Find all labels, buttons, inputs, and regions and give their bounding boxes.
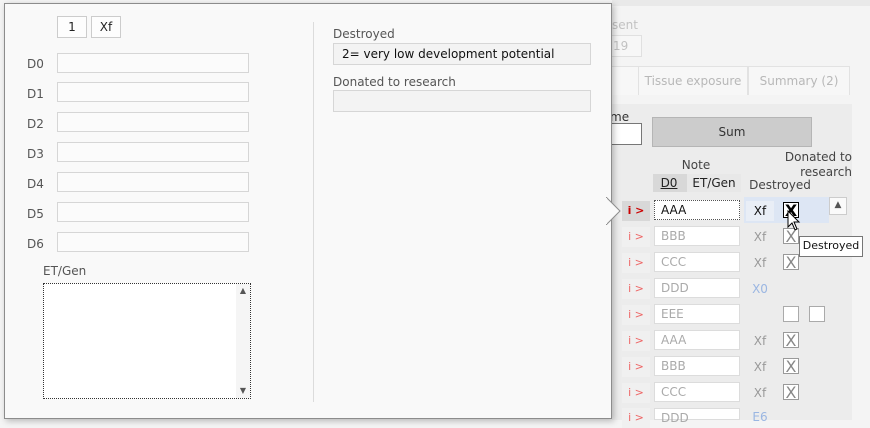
row-note-field[interactable]: BBB xyxy=(654,356,740,376)
day-field-d2[interactable] xyxy=(57,112,249,132)
etgen-textarea[interactable]: ▲ ▼ xyxy=(43,283,251,399)
textarea-scrollbar[interactable]: ▲ ▼ xyxy=(236,284,250,398)
row-info-button[interactable]: i > xyxy=(622,357,650,377)
row-note-field[interactable]: DDD xyxy=(654,408,740,425)
toggle-d0[interactable]: D0 xyxy=(653,174,685,192)
destroyed-checkbox[interactable] xyxy=(783,306,799,322)
day-field-d5[interactable] xyxy=(57,202,249,222)
day-label-d0: D0 xyxy=(27,57,44,71)
number-button[interactable]: 1 xyxy=(57,16,87,38)
destroyed-label: Destroyed xyxy=(333,27,395,41)
row-note-field[interactable]: CCC xyxy=(654,382,740,402)
tab-tissue-exposure[interactable]: Tissue exposure xyxy=(638,66,748,95)
destroyed-field[interactable]: 2= very low development potential xyxy=(333,43,591,65)
note-toggle: D0 ET/Gen xyxy=(653,174,741,192)
donated-field[interactable] xyxy=(333,90,591,112)
partial-label-sent: sent xyxy=(612,18,638,32)
mouse-cursor-icon xyxy=(787,210,801,231)
row-info-button[interactable]: i > xyxy=(622,227,650,247)
code-button[interactable]: Xf xyxy=(91,16,121,38)
day-field-d0[interactable] xyxy=(57,53,249,73)
destroyed-checkbox[interactable]: X xyxy=(783,358,799,375)
row-code: Xf xyxy=(753,230,767,244)
day-field-d6[interactable] xyxy=(57,232,249,252)
day-label-d1: D1 xyxy=(27,87,44,101)
destroyed-checkbox[interactable]: X xyxy=(783,254,799,271)
chevron-up-icon[interactable]: ▲ xyxy=(236,284,250,298)
tab-summary[interactable]: Summary (2) xyxy=(748,66,850,95)
day-label-d2: D2 xyxy=(27,117,44,131)
day-label-d6: D6 xyxy=(27,237,44,251)
row-code: Xf xyxy=(753,334,767,348)
row-info-button[interactable]: i > xyxy=(622,201,650,221)
destroyed-tooltip: Destroyed xyxy=(799,236,863,257)
row-note-field[interactable]: AAA xyxy=(654,200,740,220)
day-label-d4: D4 xyxy=(27,177,44,191)
partial-label-me: me xyxy=(610,110,630,124)
day-notes-popup: 1 Xf D0 D1 D2 D3 D4 D5 D6 ET/Gen ▲ ▼ Des… xyxy=(4,3,612,419)
row-note-field[interactable]: EEE xyxy=(654,304,740,324)
row-info-button[interactable]: i > xyxy=(622,408,650,428)
row-code xyxy=(746,305,774,325)
row-code: X0 xyxy=(752,282,768,296)
row-note-field[interactable]: BBB xyxy=(654,226,740,246)
row-note-field[interactable]: DDD xyxy=(654,278,740,298)
header-donated: Donated to research xyxy=(784,150,852,179)
day-label-d5: D5 xyxy=(27,207,44,221)
day-field-d3[interactable] xyxy=(57,142,249,162)
donated-label: Donated to research xyxy=(333,75,456,89)
row-info-button[interactable]: i > xyxy=(622,305,650,325)
header-note: Note xyxy=(681,158,711,172)
toggle-etgen[interactable]: ET/Gen xyxy=(687,174,741,192)
row-code: Xf xyxy=(753,360,767,374)
row-info-button[interactable]: i > xyxy=(622,279,650,299)
column-divider xyxy=(313,22,314,402)
header-destroyed: Destroyed xyxy=(749,178,811,192)
day-label-d3: D3 xyxy=(27,147,44,161)
chevron-down-icon[interactable]: ▼ xyxy=(236,384,250,398)
row-note-field[interactable]: AAA xyxy=(654,330,740,350)
row-info-button[interactable]: i > xyxy=(622,253,650,273)
row-info-button[interactable]: i > xyxy=(622,383,650,403)
destroyed-checkbox[interactable]: X xyxy=(783,332,799,349)
day-field-d1[interactable] xyxy=(57,82,249,102)
row-code: Xf xyxy=(753,386,767,400)
row-code: E6 xyxy=(752,410,768,424)
top-strip xyxy=(612,0,870,6)
row-info-button[interactable]: i > xyxy=(622,331,650,351)
etgen-label: ET/Gen xyxy=(43,264,87,278)
destroyed-checkbox[interactable]: X xyxy=(783,384,799,401)
row-code: Xf xyxy=(746,201,774,221)
popup-pointer-arrow xyxy=(606,197,621,225)
row-code: Xf xyxy=(753,256,767,270)
donated-checkbox[interactable] xyxy=(809,306,825,322)
day-field-d4[interactable] xyxy=(57,172,249,192)
sum-button[interactable]: Sum xyxy=(652,117,812,147)
row-note-field[interactable]: CCC xyxy=(654,252,740,272)
scroll-up-icon[interactable]: ▲ xyxy=(829,197,847,215)
